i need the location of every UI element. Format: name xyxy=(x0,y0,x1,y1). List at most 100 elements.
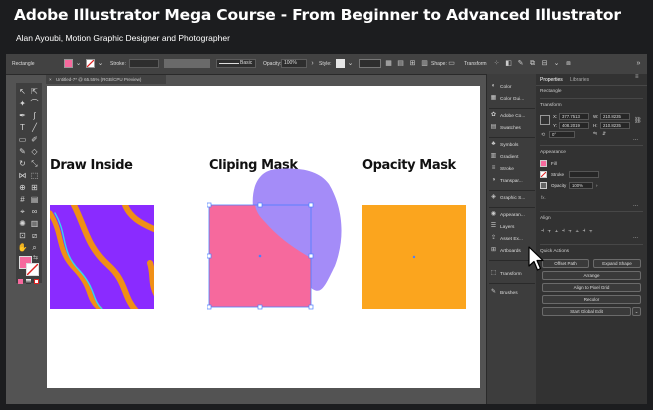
flip-vertical-icon[interactable]: ⇵ xyxy=(602,131,606,137)
rectangle-tool-icon[interactable]: ▭ xyxy=(17,134,28,145)
panel-menu-icon[interactable]: ≡ xyxy=(635,74,639,80)
brush-definition-field[interactable]: Basic xyxy=(216,59,256,68)
recolor-field[interactable] xyxy=(359,59,381,68)
curvature-tool-icon[interactable]: ∫ xyxy=(29,110,40,121)
align-menu-icon[interactable]: ▤ xyxy=(396,59,405,68)
color-mode-icon[interactable] xyxy=(18,279,23,284)
direct-selection-tool-icon[interactable]: ⇱ xyxy=(29,86,40,97)
opacity-field[interactable]: 100% xyxy=(281,59,307,68)
dock-adobe-color[interactable]: ✿ Adobe Co... xyxy=(489,112,525,122)
arrange-panels-icon[interactable]: ⧈ xyxy=(564,59,573,68)
rotation-field[interactable]: 0° xyxy=(549,131,575,138)
lasso-tool-icon[interactable]: ⌒ xyxy=(29,98,40,109)
zoom-tool-icon[interactable]: ⌕ xyxy=(29,242,40,253)
y-field[interactable]: 408.2019 xyxy=(559,122,589,129)
none-mode-icon[interactable] xyxy=(34,279,39,284)
blend-tool-icon[interactable]: ∞ xyxy=(29,206,40,217)
tab-properties[interactable]: Properties xyxy=(540,77,563,83)
dock-appearance[interactable]: ◉ Appearan... xyxy=(489,211,525,221)
stroke-weight-field[interactable] xyxy=(569,171,599,178)
x-field[interactable]: 377.7513 xyxy=(559,113,589,120)
chevron-down-icon[interactable]: ⌄ xyxy=(552,59,561,68)
free-transform-tool-icon[interactable]: ⬚ xyxy=(29,170,40,181)
dock-transparency[interactable]: ◑ Transpar... xyxy=(489,177,523,187)
more-align-options-icon[interactable]: ... xyxy=(633,234,638,240)
pen-tool-icon[interactable]: ✒ xyxy=(17,110,28,121)
width-tool-icon[interactable]: ⋈ xyxy=(17,170,28,181)
align-icon[interactable]: ▦ xyxy=(384,59,393,68)
dock-transform[interactable]: ⬚ Transform xyxy=(489,270,522,280)
align-to-pixel-grid-button[interactable]: Align to Pixel Grid xyxy=(542,283,641,292)
selection-tool-icon[interactable]: ↖ xyxy=(17,86,28,97)
more-transform-options-icon[interactable]: ... xyxy=(633,136,638,142)
start-global-edit-button[interactable]: Start Global Edit xyxy=(542,307,631,316)
opacity-mask-artwork[interactable] xyxy=(362,205,466,309)
symbol-sprayer-tool-icon[interactable]: ✺ xyxy=(17,218,28,229)
dock-graphic-styles[interactable]: ◈ Graphic S... xyxy=(489,194,525,204)
column-graph-tool-icon[interactable]: ▥ xyxy=(29,218,40,229)
artboard[interactable]: Draw Inside Cliping Mask Opacity Mask xyxy=(47,86,480,388)
layout-icon[interactable]: ⊟ xyxy=(540,59,549,68)
stroke-color-swatch[interactable] xyxy=(26,263,39,276)
gradient-tool-icon[interactable]: ▤ xyxy=(29,194,40,205)
close-tab-icon[interactable]: × xyxy=(49,75,52,84)
reference-point-icon[interactable]: ⁘ xyxy=(492,59,501,68)
opacity-arrow-icon[interactable]: › xyxy=(596,183,598,188)
stroke-swatch[interactable] xyxy=(86,59,95,68)
dock-color-guide[interactable]: ▦ Color Gui... xyxy=(489,95,525,105)
more-appearance-options-icon[interactable]: ... xyxy=(633,202,638,208)
tab-libraries[interactable]: Libraries xyxy=(570,77,589,83)
style-dropdown-icon[interactable]: ⌄ xyxy=(346,59,355,68)
global-edit-options-icon[interactable]: ⌄ xyxy=(632,307,641,316)
perspective-grid-tool-icon[interactable]: ⊞ xyxy=(29,182,40,193)
rotate-tool-icon[interactable]: ↻ xyxy=(17,158,28,169)
paintbrush-tool-icon[interactable]: ✐ xyxy=(29,134,40,145)
arrange-icon[interactable]: ▥ xyxy=(420,59,429,68)
slice-tool-icon[interactable]: ⧄ xyxy=(29,230,40,241)
w-field[interactable]: 210.8235 xyxy=(600,113,630,120)
clipping-mask-artwork[interactable] xyxy=(207,166,347,326)
offset-path-button[interactable]: Offset Path xyxy=(542,259,589,268)
dock-brushes[interactable]: ✎ Brushes xyxy=(489,289,518,299)
swap-fill-stroke-icon[interactable]: ⇆ xyxy=(33,254,38,261)
align-buttons-icon[interactable]: ⫞⫟⫠⫞⫟⫠⫞⫟ xyxy=(541,228,596,235)
dock-symbols[interactable]: ♣ Symbols xyxy=(489,141,519,151)
opacity-arrow-icon[interactable]: › xyxy=(308,59,317,68)
dock-layers[interactable]: ☰ Layers xyxy=(489,223,515,233)
h-field[interactable]: 210.8235 xyxy=(600,122,630,129)
stroke-dropdown-icon[interactable]: ⌄ xyxy=(96,59,105,68)
dock-stroke[interactable]: ≡ Stroke xyxy=(489,165,514,175)
scale-tool-icon[interactable]: ⤡ xyxy=(29,158,40,169)
expand-shape-button[interactable]: Expand Shape xyxy=(593,259,641,268)
select-similar-icon[interactable]: ⧉ xyxy=(528,59,537,68)
fx-icon[interactable]: fx. xyxy=(541,195,546,200)
shape-builder-tool-icon[interactable]: ⊕ xyxy=(17,182,28,193)
appearance-stroke-swatch[interactable] xyxy=(540,171,547,178)
type-tool-icon[interactable]: T xyxy=(17,122,28,133)
dock-asset-export[interactable]: ⇪ Asset Ex... xyxy=(489,235,523,245)
fill-swatch[interactable] xyxy=(64,59,73,68)
shaper-tool-icon[interactable]: ✎ xyxy=(17,146,28,157)
document-tab[interactable]: × Untitled-7* @ 65.55% (RGB/CPU Preview) xyxy=(46,75,166,84)
recolor-button[interactable]: Recolor xyxy=(542,295,641,304)
reference-point-icon[interactable] xyxy=(540,115,550,125)
dock-color[interactable]: ◐ Color xyxy=(489,83,512,93)
line-tool-icon[interactable]: ╱ xyxy=(29,122,40,133)
arrange-button[interactable]: Arrange xyxy=(542,271,641,280)
artboard-tool-icon[interactable]: ⊡ xyxy=(17,230,28,241)
stroke-weight-field[interactable] xyxy=(129,59,159,68)
appearance-fill-swatch[interactable] xyxy=(540,160,547,167)
hand-tool-icon[interactable]: ✋ xyxy=(17,242,28,253)
isolate-icon[interactable]: ◧ xyxy=(504,59,513,68)
collapse-panels-icon[interactable]: » xyxy=(634,59,643,68)
style-swatch[interactable] xyxy=(336,59,345,68)
gradient-mode-icon[interactable] xyxy=(26,279,31,284)
fill-dropdown-icon[interactable]: ⌄ xyxy=(74,59,83,68)
flip-horizontal-icon[interactable]: ⇋ xyxy=(593,131,597,137)
dock-swatches[interactable]: ▤ Swatches xyxy=(489,124,521,134)
draw-inside-artwork[interactable] xyxy=(50,205,154,309)
constrain-link-icon[interactable]: ⛓ xyxy=(634,117,642,124)
magic-wand-tool-icon[interactable]: ✦ xyxy=(17,98,28,109)
edit-icon[interactable]: ✎ xyxy=(516,59,525,68)
variable-width-field[interactable] xyxy=(164,59,210,68)
